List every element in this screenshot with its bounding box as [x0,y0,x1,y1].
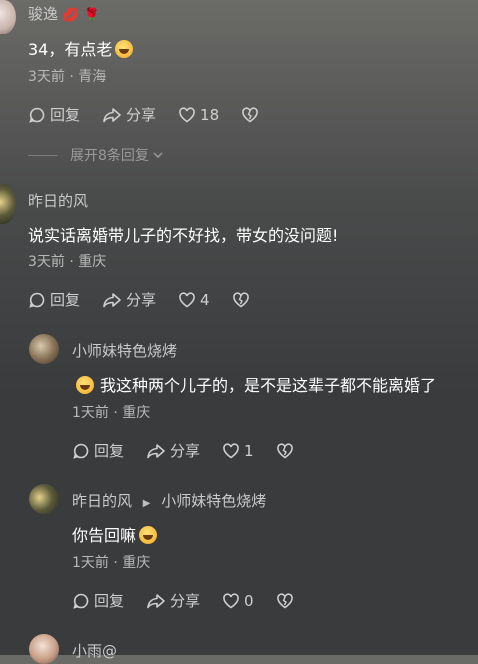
share-button[interactable]: 分享 [146,440,200,461]
reply-button[interactable]: 回复 [28,104,80,125]
comment-bubble-icon [73,443,89,459]
reply-button[interactable]: 回复 [28,289,80,310]
share-button[interactable]: 分享 [102,289,156,310]
share-arrow-icon [147,443,165,458]
reply-author-line: 昨日的风 ▶ 小师妹特色烧烤 [72,490,266,511]
avatar[interactable] [29,334,59,364]
like-button[interactable]: 4 [178,291,210,309]
reply-to-author[interactable]: 小师妹特色烧烤 [161,492,266,510]
reply-button[interactable]: 回复 [72,590,124,611]
share-arrow-icon [147,593,165,608]
reply-meta: 1天前 · 重庆 [72,555,151,571]
comment-bubble-icon [73,593,89,609]
broken-heart-icon [242,106,258,122]
dislike-button[interactable] [232,291,254,309]
broken-heart-icon [276,442,293,458]
broken-heart-icon [276,592,293,608]
broken-heart-icon [232,291,249,307]
heart-icon [179,106,195,122]
heart-icon [223,442,239,458]
divider-line [28,154,58,156]
reply-actions: 回复 分享 0 [72,590,320,611]
reply-author[interactable]: 小雨@ [72,640,117,661]
like-button[interactable]: 1 [222,442,254,460]
comment-author[interactable]: 昨日的风 [28,190,88,211]
reply-author[interactable]: 小师妹特色烧烤 [72,340,177,361]
heart-icon [179,291,195,307]
comment-bubble-icon [29,107,45,123]
lips-icon: 💋 [62,8,79,23]
dislike-button[interactable] [241,106,263,124]
share-arrow-icon [103,107,121,122]
comment-meta: 3天前 · 重庆 [28,254,107,270]
reply-text: 你告回嘛 [72,522,158,546]
avatar[interactable] [29,484,59,514]
share-button[interactable]: 分享 [146,590,200,611]
comment-text: 34，有点老 [28,36,134,60]
laughing-emoji-icon [115,40,134,58]
chevron-down-icon [153,152,163,159]
reply-actions: 回复 分享 1 [72,440,320,461]
reply-author[interactable]: 昨日的风 [72,492,132,510]
author-name[interactable]: 骏逸 [28,5,58,23]
share-button[interactable]: 分享 [102,104,156,125]
reply-meta: 1天前 · 重庆 [72,405,151,421]
comment-meta: 3天前 · 青海 [28,69,107,85]
like-button[interactable]: 0 [222,592,254,610]
comment-author[interactable]: 骏逸 💋 🌹 [28,3,100,24]
like-button[interactable]: 18 [178,106,219,124]
caret-right-icon: ▶ [142,498,151,509]
avatar[interactable] [0,0,16,34]
share-arrow-icon [103,292,121,307]
heart-icon [223,592,239,608]
comment-text: 说实话离婚带儿子的不好找，带女的没问题! [28,226,339,245]
reply-text: 我这种两个儿子的，是不是这辈子都不能离婚了 [76,372,436,396]
dislike-button[interactable] [276,592,298,610]
expand-replies-button[interactable]: 展开8条回复 [28,145,164,165]
grinning-emoji-icon [76,376,94,394]
dislike-button[interactable] [276,442,298,460]
comment-actions: 回复 分享 18 [28,104,285,125]
avatar[interactable] [29,634,59,664]
rose-icon: 🌹 [83,8,100,23]
laughing-emoji-icon [139,526,158,544]
comment-actions: 回复 分享 4 [28,289,276,310]
comment-bubble-icon [29,292,45,308]
avatar[interactable] [0,184,16,224]
reply-button[interactable]: 回复 [72,440,124,461]
